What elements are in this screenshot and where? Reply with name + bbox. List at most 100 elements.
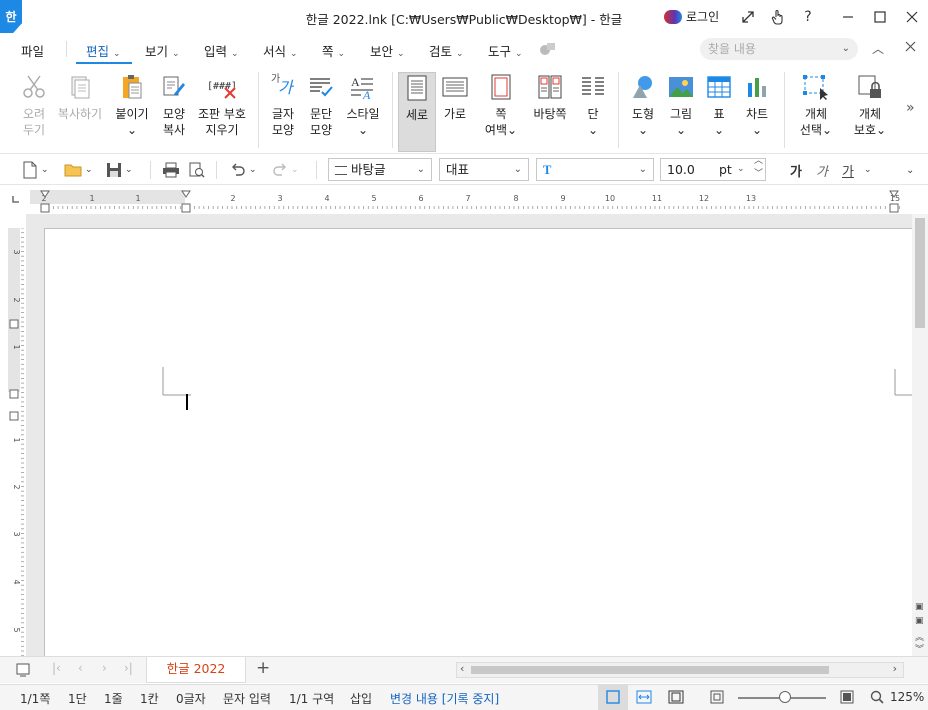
paste-button[interactable]: 붙이기 ⌄ [112, 72, 152, 152]
magnifier-icon[interactable] [870, 690, 884, 707]
portrait-button[interactable]: 세로 [398, 72, 436, 152]
help-icon[interactable]: ? [796, 6, 820, 28]
last-tab-icon[interactable]: ›| [124, 661, 133, 675]
vertical-scroll-thumb[interactable] [915, 218, 925, 328]
spinner-up-icon[interactable]: ︿ [754, 155, 763, 167]
page-up-icon[interactable]: ▣ [915, 602, 924, 612]
zoom-slider-knob[interactable] [779, 691, 791, 703]
columns-button[interactable]: 단 ⌄ [578, 72, 608, 152]
new-document-icon[interactable]: ⌄ [22, 159, 49, 181]
clear-markup-button[interactable]: [###] 조판 부호 지우기 [196, 72, 248, 152]
cut-button[interactable]: 오려 두기 [16, 72, 52, 152]
collapse-ribbon-icon[interactable]: ︿ [872, 40, 884, 57]
menu-tools[interactable]: 도구 ⌄ [488, 41, 523, 60]
add-tab-button[interactable]: + [256, 658, 270, 678]
status-page[interactable]: 1/1쪽 [20, 690, 50, 707]
shape-button[interactable]: 도형 ⌄ [626, 72, 660, 152]
first-tab-icon[interactable]: |‹ [52, 661, 61, 675]
close-doc-icon[interactable] [905, 41, 916, 55]
para-shape-button[interactable]: 문단 모양 [304, 72, 338, 152]
menu-insert[interactable]: 입력 ⌄ [204, 41, 239, 60]
redo-icon[interactable]: ⌄ [272, 159, 299, 181]
close-icon[interactable] [900, 6, 924, 28]
master-page-icon [535, 72, 565, 102]
underline-button[interactable]: 가 [842, 159, 854, 181]
menu-page[interactable]: 쪽 ⌄ [322, 41, 345, 60]
menu-file[interactable]: 파일 [21, 41, 44, 60]
minimize-icon[interactable] [836, 6, 860, 28]
chart-button[interactable]: 차트 ⌄ [740, 72, 774, 152]
status-insert-mode[interactable]: 삽입 [350, 690, 372, 707]
ribbon-more-icon[interactable]: » [906, 100, 915, 116]
touch-mode-icon[interactable] [766, 6, 790, 28]
font-select[interactable]: T ⌄ [536, 158, 654, 181]
font-size-input[interactable]: 10.0 pt ⌄ ︿ ﹀ [660, 155, 766, 181]
zoom-out-icon[interactable] [710, 690, 724, 707]
extension-icon[interactable] [539, 41, 557, 60]
bold-button[interactable]: 가 [790, 159, 802, 181]
save-icon[interactable]: ⌄ [106, 159, 133, 181]
page-margin-button[interactable]: 쪽 여백⌄ [482, 72, 520, 152]
chevron-down-icon[interactable]: ⌄ [864, 159, 872, 181]
menu-edit[interactable]: 편집 ⌄ [86, 41, 121, 60]
header-marker[interactable] [9, 411, 19, 421]
spinner-down-icon[interactable]: ﹀ [754, 168, 763, 180]
prev-tab-icon[interactable]: ‹ [78, 661, 83, 675]
style-button[interactable]: AA 스타일 ⌄ [342, 72, 384, 152]
char-shape-button[interactable]: 가 가 글자 모양 [266, 72, 300, 152]
login-button[interactable]: 로그인 [664, 8, 719, 25]
doc-list-icon[interactable] [16, 663, 30, 680]
fit-page-icon[interactable] [668, 690, 684, 707]
vertical-ruler[interactable]: 3 2 1 1 2 3 4 5 [6, 227, 26, 657]
status-zoom[interactable]: 125% [890, 690, 924, 704]
font-language-select[interactable]: 대표 ⌄ [439, 158, 529, 181]
search-input[interactable]: 찾을 내용 ⌄ [700, 38, 858, 60]
menu-security[interactable]: 보안 ⌄ [370, 41, 405, 60]
app-logo[interactable]: 한 [0, 0, 22, 33]
landscape-button[interactable]: 가로 [438, 72, 472, 152]
menu-review[interactable]: 검토 ⌄ [429, 41, 464, 60]
scroll-right-icon[interactable]: › [893, 662, 897, 675]
horizontal-ruler[interactable]: 2 1 1 2 3 4 5 6 7 8 9 10 11 12 13 15 [30, 188, 910, 214]
picture-label-2: ⌄ [675, 123, 687, 137]
scroll-left-icon[interactable]: ‹ [460, 662, 464, 675]
ruler-label: 10 [605, 194, 615, 203]
toolbar-expand-icon[interactable]: ⌄ [906, 159, 914, 181]
status-input-mode[interactable]: 문자 입력 [223, 690, 271, 707]
protect-object-button[interactable]: 개체 보호⌄ [850, 72, 890, 152]
view-normal-button[interactable] [598, 685, 628, 710]
document-page[interactable] [44, 228, 913, 658]
table-button[interactable]: 표 ⌄ [704, 72, 734, 152]
page-down-icon[interactable]: ▣ [915, 616, 924, 626]
picture-button[interactable]: 그림 ⌄ [664, 72, 698, 152]
vertical-scrollbar[interactable]: ▣ ▣ ︽ ︾ [912, 214, 928, 656]
format-painter-button[interactable]: 모양 복사 [156, 72, 192, 152]
status-track-changes[interactable]: 변경 내용 [기록 중지] [390, 690, 499, 707]
top-margin-marker[interactable] [9, 319, 19, 329]
maximize-icon[interactable] [868, 6, 892, 28]
open-folder-icon[interactable]: ⌄ [64, 159, 93, 181]
scroll-down-icon[interactable]: ︾ [915, 642, 924, 655]
doc-tab[interactable]: 한글 2022 [146, 657, 246, 683]
italic-button[interactable]: 가 [816, 159, 828, 181]
print-preview-icon[interactable] [188, 159, 206, 181]
fit-width-icon[interactable] [636, 690, 652, 707]
menu-security-label: 보안 [370, 44, 394, 59]
copy-button[interactable]: 복사하기 [56, 72, 104, 152]
menu-format-label: 서식 [263, 44, 287, 59]
char-sample-big: 가 [278, 78, 293, 97]
horizontal-scrollbar[interactable]: ‹ › [456, 662, 904, 678]
horizontal-scroll-thumb[interactable] [471, 666, 829, 674]
ruler-corner-icon[interactable] [11, 194, 21, 207]
next-tab-icon[interactable]: › [102, 661, 107, 675]
select-object-button[interactable]: 개체 선택⌄ [796, 72, 836, 152]
fullscreen-icon[interactable] [736, 6, 760, 28]
menu-format[interactable]: 서식 ⌄ [263, 41, 298, 60]
menu-view[interactable]: 보기 ⌄ [145, 41, 180, 60]
print-icon[interactable] [162, 159, 180, 181]
style-select[interactable]: 바탕글 ⌄ [328, 158, 432, 181]
body-start-marker[interactable] [9, 389, 19, 399]
master-page-button[interactable]: 바탕쪽 [528, 72, 572, 152]
undo-icon[interactable]: ⌄ [230, 159, 257, 181]
zoom-in-icon[interactable] [840, 690, 854, 707]
